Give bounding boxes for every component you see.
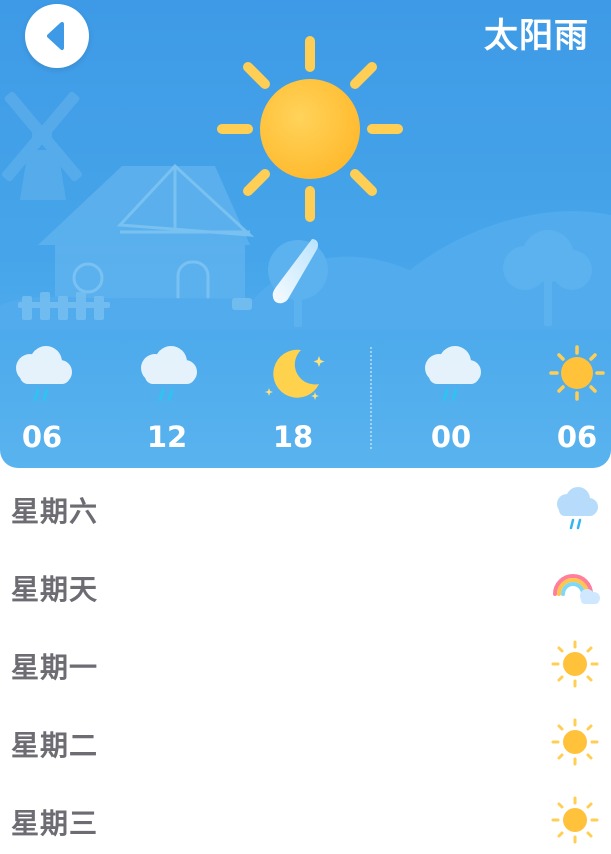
- hour-label: 00: [430, 420, 472, 454]
- cloud-rain-icon: [557, 487, 598, 530]
- hour-label: 06: [556, 420, 598, 454]
- chevron-left-icon: [47, 22, 64, 50]
- cloud-rain-icon: [141, 346, 197, 402]
- sun-icon: [551, 796, 599, 844]
- day-label: 星期天: [11, 573, 99, 606]
- sun-icon: [217, 36, 403, 222]
- hourly-item: 18: [248, 338, 338, 454]
- hour-label: 12: [146, 420, 188, 454]
- daily-row[interactable]: 星期二: [0, 704, 611, 782]
- hourly-item: 00: [406, 338, 496, 454]
- weather-header: 太阳雨 06 12 18 00 06: [0, 0, 611, 468]
- hour-label: 18: [272, 420, 314, 454]
- hourly-item: 06: [532, 338, 611, 454]
- sun-icon: [549, 345, 605, 401]
- hour-label: 06: [21, 420, 63, 454]
- daily-row[interactable]: 星期天: [0, 548, 611, 626]
- daily-row[interactable]: 星期一: [0, 626, 611, 704]
- rainbow-icon: [553, 574, 600, 604]
- day-label: 星期二: [11, 729, 99, 762]
- hourly-item: 12: [122, 338, 212, 454]
- day-label: 星期一: [11, 651, 99, 684]
- page-title: 太阳雨: [484, 16, 589, 56]
- weather-screen: 太阳雨 06 12 18 00 06 星期六 星期天 星期一 星期二 星期三: [0, 0, 611, 854]
- hourly-item: 06: [0, 338, 87, 454]
- daily-row[interactable]: 星期六: [0, 470, 611, 548]
- cloud-rain-icon: [425, 346, 481, 402]
- hourly-forecast: 06 12 18 00 06: [0, 330, 611, 468]
- windmill-silhouette: [1, 91, 83, 200]
- moon-stars-icon: [265, 349, 325, 400]
- cloud-rain-icon: [16, 346, 72, 402]
- day-label: 星期六: [11, 495, 99, 528]
- daily-row[interactable]: 星期三: [0, 782, 611, 854]
- sun-icon: [551, 718, 599, 766]
- back-button[interactable]: [25, 4, 89, 68]
- raindrop-icon: [272, 239, 319, 304]
- sun-icon: [551, 640, 599, 688]
- day-label: 星期三: [11, 807, 99, 840]
- daily-forecast: 星期六 星期天 星期一 星期二 星期三: [0, 470, 611, 854]
- day-divider: [370, 347, 372, 449]
